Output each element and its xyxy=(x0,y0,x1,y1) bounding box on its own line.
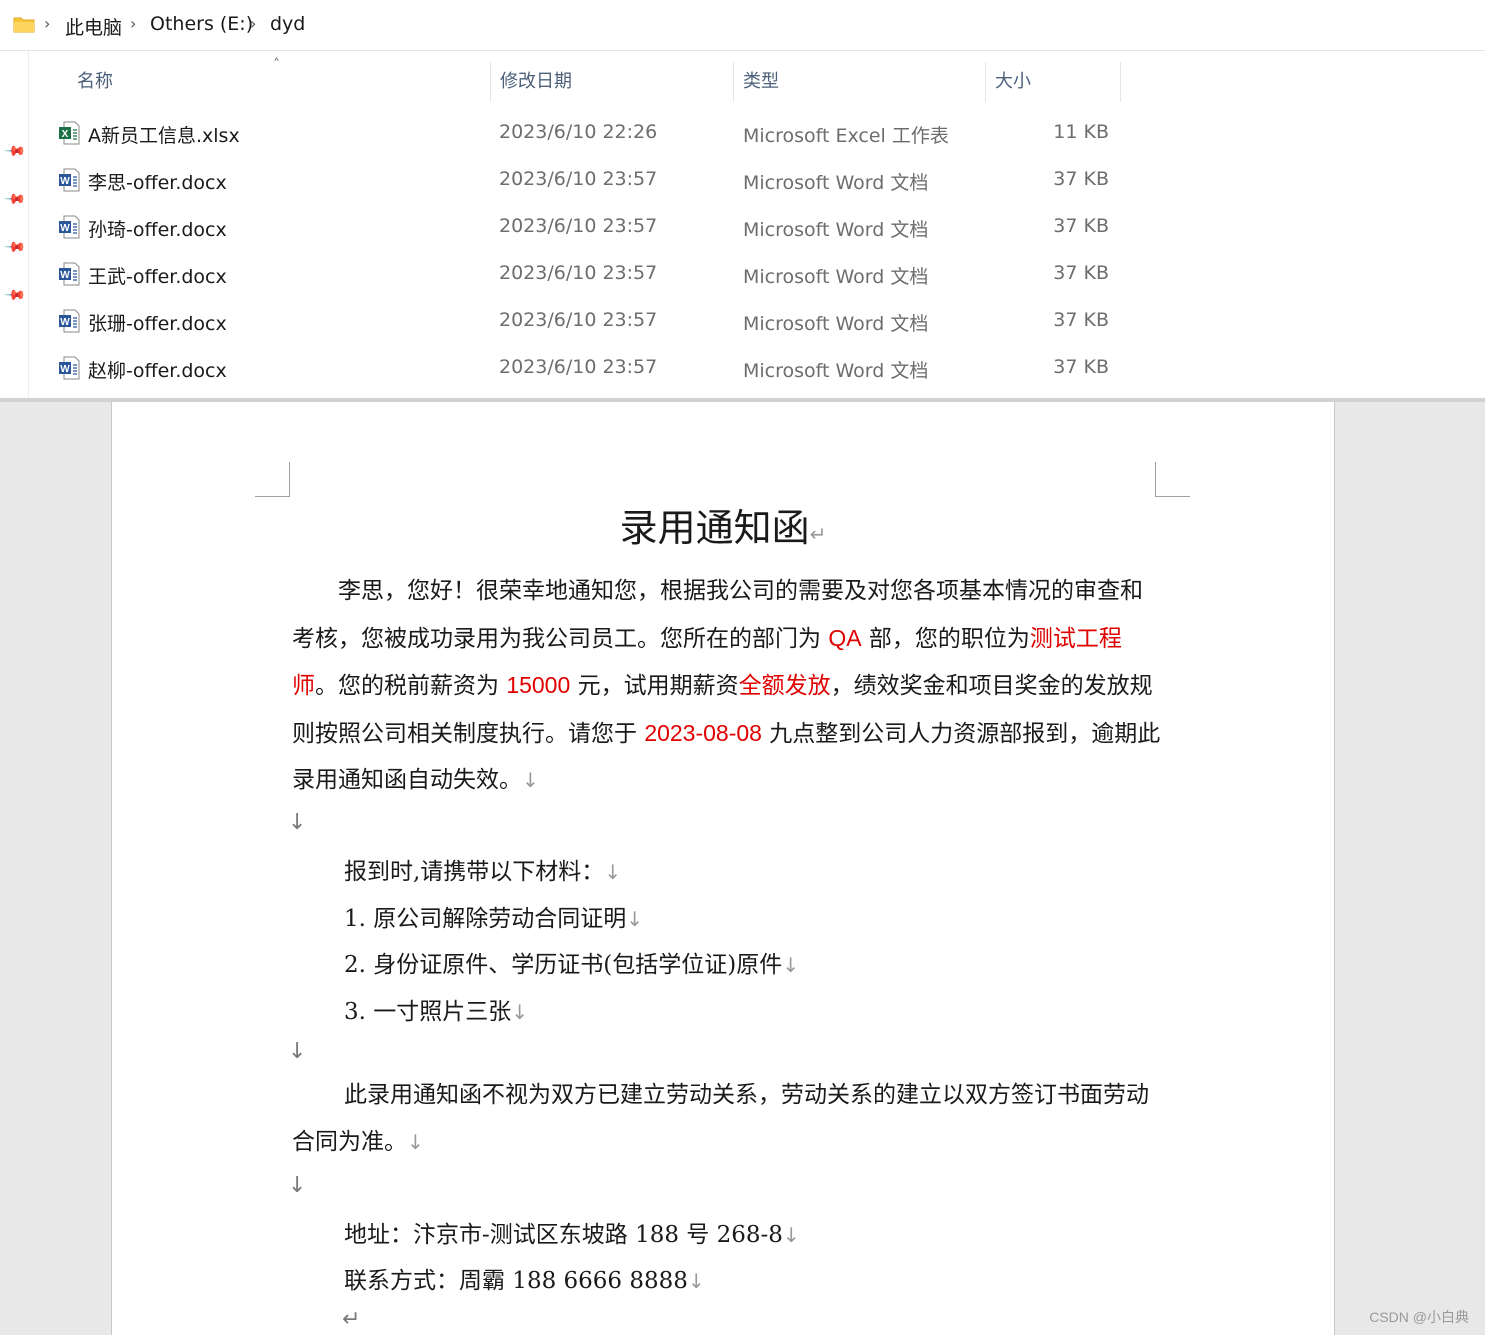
file-size: 37 KB xyxy=(1053,168,1109,190)
file-modified: 2023/6/10 23:57 xyxy=(499,168,658,190)
svg-text:W: W xyxy=(60,270,70,281)
folder-icon xyxy=(13,17,35,33)
excel-icon: X xyxy=(59,121,80,145)
column-divider[interactable] xyxy=(490,62,491,102)
file-row[interactable]: W 孙琦-offer.docx 2023/6/10 23:57 Microsof… xyxy=(30,204,1130,251)
column-header-modified[interactable]: 修改日期 xyxy=(500,60,720,104)
offer-paragraph: 李思，您好！很荣幸地通知您，根据我公司的需要及对您各项基本情况的审查和考核，您被… xyxy=(292,578,1161,793)
line-break-mark: ↓ xyxy=(288,1173,307,1198)
materials-heading: 报到时,请携带以下材料：↓ xyxy=(344,859,622,885)
column-header-size[interactable]: 大小 xyxy=(995,60,1115,104)
document-title: 录用通知函↵ xyxy=(619,506,827,550)
word-icon: W xyxy=(59,309,80,333)
address-line: 地址：汴京市-测试区东坡路 188 号 268-8↓ xyxy=(344,1222,800,1248)
file-size: 11 KB xyxy=(1053,121,1109,143)
file-modified: 2023/6/10 23:57 xyxy=(499,309,658,331)
chevron-right-icon[interactable]: › xyxy=(44,14,50,33)
column-header-name[interactable]: 名称 xyxy=(77,60,477,104)
file-modified: 2023/6/10 23:57 xyxy=(499,215,658,237)
file-row[interactable]: W 李思-offer.docx 2023/6/10 23:57 Microsof… xyxy=(30,157,1130,204)
chevron-right-icon[interactable]: › xyxy=(130,14,136,33)
file-name[interactable]: A新员工信息.xlsx xyxy=(88,121,240,148)
address-bar[interactable]: › 此电脑 › Others (E:) › dyd xyxy=(0,0,1485,51)
svg-text:W: W xyxy=(60,223,70,234)
file-type: Microsoft Word 文档 xyxy=(743,172,929,194)
svg-text:W: W xyxy=(60,176,70,187)
document-page[interactable]: 录用通知函↵ 李思，您好！很荣幸地通知您，根据我公司的需要及对您各项基本情况的审… xyxy=(111,402,1335,1335)
file-row[interactable]: X A新员工信息.xlsx 2023/6/10 22:26 Microsoft … xyxy=(30,110,1130,157)
salary-value: 15000 xyxy=(506,672,571,698)
word-icon: W xyxy=(59,215,80,239)
pin-icon[interactable]: 📌 xyxy=(3,284,27,308)
file-size: 37 KB xyxy=(1053,356,1109,378)
breadcrumb-folder[interactable]: dyd xyxy=(270,13,305,35)
file-type: Microsoft Word 文档 xyxy=(743,360,929,382)
department-value: QA xyxy=(828,624,862,651)
file-modified: 2023/6/10 23:57 xyxy=(499,262,658,284)
materials-item: 3. 一寸照片三张↓ xyxy=(344,999,529,1025)
svg-text:W: W xyxy=(60,364,70,375)
file-size: 37 KB xyxy=(1053,262,1109,284)
column-divider[interactable] xyxy=(985,62,986,102)
file-name[interactable]: 李思-offer.docx xyxy=(88,168,227,195)
breadcrumb-this-pc[interactable]: 此电脑 xyxy=(65,13,122,40)
svg-text:X: X xyxy=(62,129,69,140)
file-row[interactable]: W 王武-offer.docx 2023/6/10 23:57 Microsof… xyxy=(30,251,1130,298)
svg-text:W: W xyxy=(60,317,70,328)
pin-icon[interactable]: 📌 xyxy=(3,140,27,164)
corner-mark xyxy=(1155,462,1190,497)
column-divider[interactable] xyxy=(733,62,734,102)
line-break-mark: ↓ xyxy=(288,1039,307,1064)
file-size: 37 KB xyxy=(1053,215,1109,237)
word-icon: W xyxy=(59,262,80,286)
file-modified: 2023/6/10 22:26 xyxy=(499,121,658,143)
line-break-mark: ↓ xyxy=(288,810,307,835)
corner-mark xyxy=(255,462,290,497)
file-name[interactable]: 王武-offer.docx xyxy=(88,262,227,289)
chevron-right-icon[interactable]: › xyxy=(250,14,256,33)
file-type: Microsoft Word 文档 xyxy=(743,313,929,335)
file-explorer: › 此电脑 › Others (E:) › dyd 📌 📌 📌 📌 ˄ 名称 修… xyxy=(0,0,1485,400)
file-modified: 2023/6/10 23:57 xyxy=(499,356,658,378)
breadcrumb-drive[interactable]: Others (E:) xyxy=(150,13,253,35)
quick-access-pins: 📌 📌 📌 📌 xyxy=(0,51,29,400)
file-size: 37 KB xyxy=(1053,309,1109,331)
column-header-type[interactable]: 类型 xyxy=(743,60,973,104)
date-value: 2023-08-08 xyxy=(644,719,762,746)
file-type: Microsoft Excel 工作表 xyxy=(743,125,949,147)
contact-line: 联系方式：周霸 188 6666 8888↓ xyxy=(344,1268,705,1294)
pin-icon[interactable]: 📌 xyxy=(3,236,27,260)
materials-item: 1. 原公司解除劳动合同证明↓ xyxy=(344,906,644,932)
paragraph-mark: ↵ xyxy=(342,1307,361,1332)
file-row[interactable]: W 赵柳-offer.docx 2023/6/10 23:57 Microsof… xyxy=(30,345,1130,392)
file-name[interactable]: 张珊-offer.docx xyxy=(88,309,227,336)
file-name[interactable]: 赵柳-offer.docx xyxy=(88,356,227,383)
file-row[interactable]: W 张珊-offer.docx 2023/6/10 23:57 Microsof… xyxy=(30,298,1130,345)
watermark: CSDN @小白典 xyxy=(1369,1309,1469,1325)
pin-icon[interactable]: 📌 xyxy=(3,188,27,212)
materials-item: 2. 身份证原件、学历证书(包括学位证)原件↓ xyxy=(344,952,799,978)
column-divider[interactable] xyxy=(1120,62,1121,102)
word-icon: W xyxy=(59,168,80,192)
probation-value: 全额发放 xyxy=(738,673,831,699)
file-type: Microsoft Word 文档 xyxy=(743,219,929,241)
word-icon: W xyxy=(59,356,80,380)
file-type: Microsoft Word 文档 xyxy=(743,266,929,288)
disclaimer-paragraph: 此录用通知函不视为双方已建立劳动关系，劳动关系的建立以双方签订书面劳动合同为准。… xyxy=(292,1082,1149,1155)
file-name[interactable]: 孙琦-offer.docx xyxy=(88,215,227,242)
